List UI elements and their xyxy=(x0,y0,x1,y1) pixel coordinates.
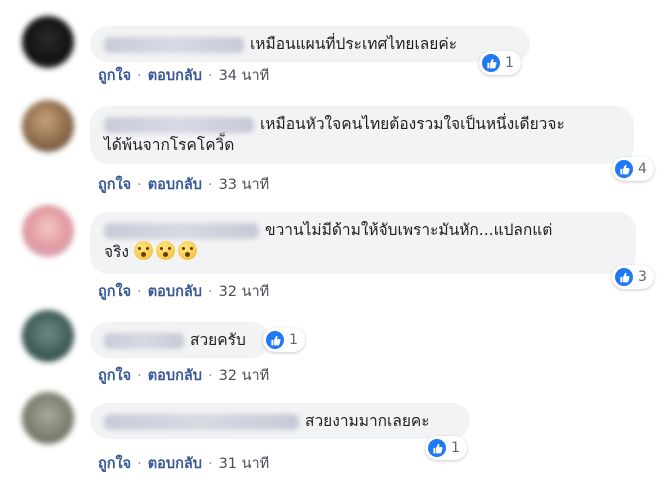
comment-bubble: สวยครับ xyxy=(90,322,270,358)
comment-bubble: เหมือนแผนที่ประเทศไทยเลยค่ะ xyxy=(90,26,530,62)
author-name[interactable] xyxy=(104,116,254,133)
reaction-count-value: 1 xyxy=(451,440,460,456)
reaction-count-value: 1 xyxy=(505,55,514,71)
timestamp[interactable]: 33 นาที xyxy=(219,177,270,193)
separator: · xyxy=(137,284,142,300)
timestamp[interactable]: 34 นาที xyxy=(219,68,270,84)
thumbs-up-icon xyxy=(615,160,633,178)
reply-link[interactable]: ตอบกลับ xyxy=(148,456,202,472)
reply-link[interactable]: ตอบกลับ xyxy=(148,177,202,193)
comment-bubble: เหมือนหัวใจคนไทยต้องรวมใจเป็นหนึ่งเดียวจ… xyxy=(90,106,634,164)
reply-link[interactable]: ตอบกลับ xyxy=(148,68,202,84)
author-name[interactable] xyxy=(104,36,244,53)
comment-bubble: สวยงามมากเลยคะ xyxy=(90,403,470,439)
hushed-face-emoji-icon xyxy=(133,241,153,260)
comment-bubble: ขวานไม่มีด้ามให้จับเพราะมันหัก...แปลกแต่… xyxy=(90,212,636,274)
reaction-count-value: 1 xyxy=(289,332,298,348)
hushed-face-emoji-icon xyxy=(177,241,197,260)
comment-text-line-1: ขวานไม่มีด้ามให้จับเพราะมันหัก...แปลกแต่ xyxy=(265,221,553,239)
avatar[interactable] xyxy=(22,310,74,362)
separator: · xyxy=(137,368,142,384)
thumbs-up-icon xyxy=(428,439,446,457)
comment-actions: ถูกใจ · ตอบกลับ · 34 นาที xyxy=(98,64,269,87)
author-name[interactable] xyxy=(104,332,184,349)
timestamp[interactable]: 32 นาที xyxy=(219,368,270,384)
comment-text: เหมือนแผนที่ประเทศไทยเลยค่ะ xyxy=(250,35,458,53)
hushed-face-emoji-icon xyxy=(155,241,175,260)
thumbs-up-icon xyxy=(266,331,284,349)
comment-actions: ถูกใจ · ตอบกลับ · 32 นาที xyxy=(98,364,269,387)
comment-text-line-1: เหมือนหัวใจคนไทยต้องรวมใจเป็นหนึ่งเดียวจ… xyxy=(260,115,565,133)
like-link[interactable]: ถูกใจ xyxy=(98,368,131,384)
reaction-count[interactable]: 1 xyxy=(425,436,467,460)
separator: · xyxy=(207,456,213,472)
avatar[interactable] xyxy=(22,205,74,257)
separator: · xyxy=(207,68,213,84)
comment-text: สวยงามมากเลยคะ xyxy=(305,412,430,430)
avatar[interactable] xyxy=(22,100,74,152)
like-link[interactable]: ถูกใจ xyxy=(98,284,131,300)
separator: · xyxy=(207,284,213,300)
comment-actions: ถูกใจ · ตอบกลับ · 31 นาที xyxy=(98,452,269,475)
separator: · xyxy=(207,368,213,384)
comment-actions: ถูกใจ · ตอบกลับ · 32 นาที xyxy=(98,280,269,303)
avatar[interactable] xyxy=(22,392,74,444)
separator: · xyxy=(137,177,142,193)
reply-link[interactable]: ตอบกลับ xyxy=(148,284,202,300)
separator: · xyxy=(137,68,142,84)
comment-actions: ถูกใจ · ตอบกลับ · 33 นาที xyxy=(98,173,269,196)
reaction-count-value: 3 xyxy=(638,269,647,285)
comment-text-line-2: ได้พ้นจากโรคโควิ็ด xyxy=(104,136,235,154)
separator: · xyxy=(207,177,213,193)
like-link[interactable]: ถูกใจ xyxy=(98,456,131,472)
reply-link[interactable]: ตอบกลับ xyxy=(148,368,202,384)
reaction-count-value: 4 xyxy=(638,161,647,177)
author-name[interactable] xyxy=(104,413,299,430)
reaction-count[interactable]: 3 xyxy=(612,265,654,289)
comment-text-line-2: จริง xyxy=(104,243,129,261)
separator: · xyxy=(137,456,142,472)
reaction-count[interactable]: 4 xyxy=(612,157,654,181)
avatar[interactable] xyxy=(22,16,74,68)
thumbs-up-icon xyxy=(482,54,500,72)
timestamp[interactable]: 32 นาที xyxy=(219,284,270,300)
like-link[interactable]: ถูกใจ xyxy=(98,177,131,193)
thumbs-up-icon xyxy=(615,268,633,286)
like-link[interactable]: ถูกใจ xyxy=(98,68,131,84)
comment-text: สวยครับ xyxy=(190,331,246,349)
author-name[interactable] xyxy=(104,222,259,239)
timestamp[interactable]: 31 นาที xyxy=(219,456,270,472)
reaction-count[interactable]: 1 xyxy=(479,51,521,75)
reaction-count[interactable]: 1 xyxy=(263,328,305,352)
